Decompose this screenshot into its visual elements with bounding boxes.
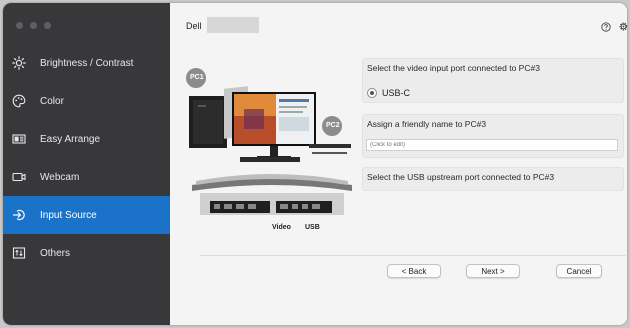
cancel-button[interactable]: Cancel [556,264,602,278]
sidebar-item-label: Webcam [40,171,80,183]
sidebar-item-label: Others [40,247,71,259]
sidebar: Brightness / Contrast Color Easy Arrange… [3,3,170,325]
webcam-icon [12,170,26,184]
friendly-name-panel: Assign a friendly name to PC#3 [362,114,624,158]
help-icon[interactable] [601,22,611,32]
app-window: Brightness / Contrast Color Easy Arrange… [3,3,627,325]
usb-c-radio-label: USB-C [382,88,411,98]
redacted-model-name [207,17,259,33]
sidebar-item-others[interactable]: Others [3,234,170,272]
brightness-icon [12,56,26,70]
footer-divider [200,255,626,256]
port-usb-label: USB [305,224,320,231]
sidebar-item-input-source[interactable]: Input Source [3,196,170,234]
setup-illustration: PC1 PC2 Video USB [184,59,361,235]
input-port-panel: Select the video input port connected to… [362,58,624,103]
easy-arrange-icon [12,132,26,146]
main-content: Dell PC1 PC2 Video USB Select the video … [170,3,627,325]
next-button[interactable]: Next > [466,264,520,278]
sidebar-item-color[interactable]: Color [3,82,170,120]
input-port-prompt: Select the video input port connected to… [367,63,540,73]
sidebar-item-brightness-contrast[interactable]: Brightness / Contrast [3,44,170,82]
pc1-label: PC1 [190,74,204,81]
usb-upstream-panel: Select the USB upstream port connected t… [362,167,624,191]
palette-icon [12,94,26,108]
sidebar-nav: Brightness / Contrast Color Easy Arrange… [3,44,170,272]
pc-monitor-illustration [186,68,352,215]
zoom-window-button[interactable] [44,22,51,29]
friendly-name-prompt: Assign a friendly name to PC#3 [367,119,487,129]
usb-c-radio[interactable] [367,88,377,98]
others-icon [12,246,26,260]
minimize-window-button[interactable] [30,22,37,29]
sidebar-item-easy-arrange[interactable]: Easy Arrange [3,120,170,158]
usb-c-radio-option[interactable]: USB-C [367,88,410,98]
usb-upstream-prompt: Select the USB upstream port connected t… [367,172,555,182]
sidebar-item-label: Input Source [40,209,97,221]
pc2-label: PC2 [326,122,340,129]
back-button[interactable]: < Back [387,264,441,278]
input-source-icon [12,208,26,222]
window-controls [16,22,51,29]
page-title: Dell [186,21,202,31]
gear-icon[interactable] [618,21,627,32]
close-window-button[interactable] [16,22,23,29]
friendly-name-input[interactable] [366,139,618,151]
sidebar-item-webcam[interactable]: Webcam [3,158,170,196]
port-video-label: Video [272,224,291,231]
sidebar-item-label: Easy Arrange [40,133,101,145]
sidebar-item-label: Brightness / Contrast [40,57,134,69]
sidebar-item-label: Color [40,95,64,107]
